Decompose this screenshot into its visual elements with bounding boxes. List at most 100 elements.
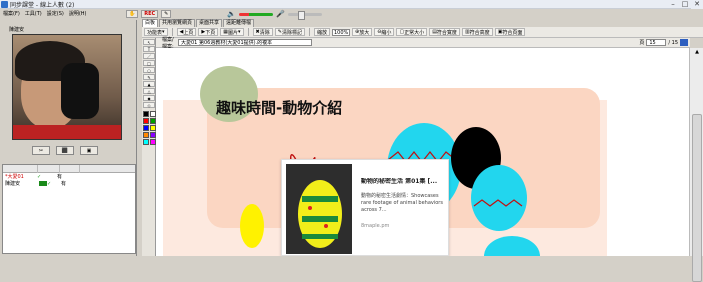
prev-page-button[interactable]: ◀ 上頁 (176, 28, 197, 36)
color-swatch[interactable] (143, 118, 149, 124)
fit-width-label: 符合寬度 (436, 29, 457, 36)
minimize-button[interactable]: – (667, 0, 679, 9)
image-label: 圖片 (228, 29, 239, 36)
fit-width-button[interactable]: ▤ 符合寬度 (429, 28, 460, 36)
fit-height-label: 符合高度 (469, 29, 490, 36)
image-button[interactable]: ▦ 圖片 ▾ (220, 28, 244, 36)
fit-page-button[interactable]: ▣ 符合頁面 (494, 28, 526, 36)
vertical-scrollbar[interactable]: ▲ (689, 48, 703, 282)
triangle-tool[interactable]: △ (143, 88, 155, 94)
cyan-egg-bottom (484, 236, 540, 256)
snapshot-button[interactable]: ✂ (32, 146, 50, 155)
whiteboard-canvas[interactable]: 趣味時間-動物介紹 動物的秘密生活 第01集 [... 動物的秘密生活劇情：Sh… (156, 48, 689, 256)
mic-check-icon: ✓ (37, 173, 42, 180)
color-swatches (143, 111, 156, 145)
video-buttons: ✂ ⬛ ▣ (32, 146, 98, 155)
record-button[interactable]: REC (141, 10, 159, 18)
list-item[interactable]: *大愛01 ✓ 有 (3, 173, 135, 181)
scroll-up-icon[interactable]: ▲ (692, 49, 702, 57)
window-title: 同步課堂 - 線上人數 (2) (10, 1, 75, 9)
tab-shared-browser[interactable]: 共用瀏覽網頁 (159, 19, 196, 27)
scale-button[interactable]: 縮放 (313, 28, 330, 36)
title-bar: 同步課堂 - 線上人數 (2) – □ ✕ (0, 0, 703, 9)
window-button[interactable]: ▣ (80, 146, 98, 155)
function-menu-label: 功能表 (147, 29, 163, 36)
permission-value: 有 (57, 174, 63, 180)
fit-page-label: 符合頁面 (502, 29, 523, 36)
list-item[interactable]: 陳建安 ✓ 有 (3, 180, 135, 188)
webcam-video (12, 34, 122, 140)
maximize-button[interactable]: □ (679, 0, 691, 9)
tab-file-transfer[interactable]: 遠距離傳檔 (223, 19, 255, 27)
zoom-out-button[interactable]: ⊖ 縮小 (374, 28, 395, 36)
slide-title: 趣味時間-動物介紹 (216, 99, 343, 117)
user-list-header (3, 165, 135, 173)
header-cell (3, 165, 39, 173)
select-tool[interactable]: ↖ (143, 39, 155, 45)
video-headphones (61, 63, 99, 119)
menu-settings[interactable]: 設定(S) (47, 10, 64, 17)
zoom-select[interactable]: 100% (332, 28, 350, 36)
zoom-in-button[interactable]: ⊕ 放大 (352, 28, 373, 36)
page-select[interactable]: 15 (646, 39, 667, 46)
pen-tool-button[interactable]: ✎ (161, 10, 172, 18)
camera-button[interactable]: ⬛ (56, 146, 74, 155)
menu-tools[interactable]: 工具(T) (25, 10, 42, 17)
clear-marks-button[interactable]: ✎ 清除標記 (274, 28, 305, 36)
color-swatch[interactable] (143, 125, 149, 131)
scale-label: 縮放 (316, 29, 327, 36)
actual-size-button[interactable]: ▢ 正常大小 (396, 28, 428, 36)
page-label: 頁 (639, 40, 645, 46)
filled-triangle-tool[interactable]: ▲ (143, 81, 155, 87)
mic-check-icon: ✓ (47, 180, 52, 187)
card-thumbnail (286, 164, 352, 254)
prev-page-label: 上頁 (183, 29, 194, 36)
rectangle-tool[interactable]: □ (143, 60, 155, 66)
drawing-palette: ↖ T ／ □ ○ ✎ ▲ △ ◆ ◇ (142, 38, 156, 256)
filled-diamond-tool[interactable]: ◆ (143, 95, 155, 101)
top-toolbar: ✋ REC ✎ 🔈 🎤 (122, 9, 703, 20)
next-page-label: 下頁 (205, 29, 216, 36)
card-title: 動物的秘密生活 第01集 [... (361, 178, 438, 185)
file-bar: 檔案/檔案: 大愛01 第06週教材(大愛01提供).的複本 頁 15 / 15 (156, 37, 690, 50)
separator (308, 28, 310, 36)
tab-whiteboard[interactable]: 白板 (142, 19, 159, 27)
color-swatch[interactable] (143, 139, 149, 145)
line-tool[interactable]: ／ (143, 53, 155, 59)
app-icon (1, 0, 8, 8)
clear-button[interactable]: ✖ 清除 (252, 28, 273, 36)
color-swatch[interactable] (143, 132, 149, 138)
pen-tool[interactable]: ✎ (143, 74, 155, 80)
menu-help[interactable]: 說明(H) (69, 10, 87, 17)
file-select[interactable]: 大愛01 第06週教材(大愛01提供).的複本 (178, 39, 312, 46)
next-page-button[interactable]: ▶ 下頁 (198, 28, 219, 36)
record-label: REC (144, 11, 156, 17)
card-description: 動物的秘密生活劇情：Showcases rare footage of anim… (361, 193, 443, 213)
header-cell (38, 165, 61, 173)
link-preview-card[interactable]: 動物的秘密生活 第01集 [... 動物的秘密生活劇情：Showcases ra… (281, 159, 449, 256)
hand-tool-button[interactable]: ✋ (126, 10, 139, 18)
actual-size-label: 正常大小 (404, 29, 425, 36)
tab-desktop-share[interactable]: 桌面共享 (196, 19, 223, 27)
page-total: / 15 (668, 39, 678, 46)
page-go-icon[interactable] (680, 39, 688, 46)
ellipse-tool[interactable]: ○ (143, 67, 155, 73)
scroll-thumb[interactable] (692, 114, 702, 282)
mic-volume-slider[interactable] (287, 10, 322, 20)
user-name: 陳建安 (5, 181, 21, 187)
text-tool[interactable]: T (143, 46, 155, 52)
fit-height-button[interactable]: ▥ 符合高度 (461, 28, 493, 36)
clear-marks-label: 清除標記 (281, 29, 302, 36)
user-list: *大愛01 ✓ 有 陳建安 ✓ 有 (2, 164, 136, 254)
speaker-volume-slider[interactable] (239, 12, 274, 16)
diamond-tool[interactable]: ◇ (143, 102, 155, 108)
yellow-egg-left (240, 204, 264, 248)
user-name: *大愛01 (5, 174, 24, 180)
menu-file[interactable]: 檔案(F) (3, 10, 20, 17)
microphone-icon: 🎤 (276, 10, 285, 18)
color-swatch[interactable] (143, 111, 149, 117)
egg-thumbnail-drawing (298, 180, 342, 248)
video-shirt (13, 125, 121, 139)
menu-bar: 檔案(F) 工具(T) 設定(S) 說明(H) (0, 9, 122, 18)
close-button[interactable]: ✕ (691, 0, 703, 9)
